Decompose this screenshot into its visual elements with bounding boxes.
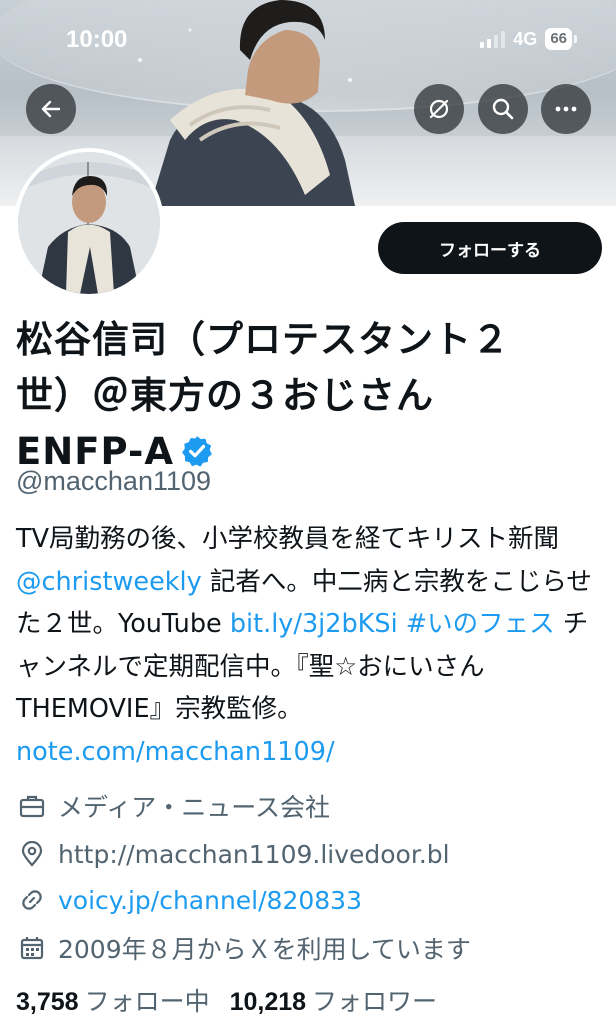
network-type: 4G xyxy=(513,28,538,49)
arrow-left-icon xyxy=(41,100,61,118)
bio-hashtag-link[interactable]: #いのフェス xyxy=(406,609,555,639)
link-icon xyxy=(16,884,48,916)
follow-stats: 3,758 フォロー中 10,218 フォロワー xyxy=(16,982,457,1018)
hide-button[interactable] xyxy=(414,84,464,134)
more-button[interactable] xyxy=(541,84,591,134)
status-time: 10:00 xyxy=(66,26,128,53)
bio-url-link[interactable]: bit.ly/3j2bKSi xyxy=(230,609,398,639)
profile-location: http://macchan1109.livedoor.bl xyxy=(58,839,450,869)
location-row: http://macchan1109.livedoor.bl xyxy=(16,838,450,870)
following-label[interactable]: フォロー中 xyxy=(85,982,210,1018)
profile-category: メディア・ニュース会社 xyxy=(58,793,331,822)
profile-joined-date: 2009年８月からＸを利用しています xyxy=(58,935,471,964)
location-pin-icon xyxy=(16,838,48,870)
follow-button[interactable]: フォローする xyxy=(378,222,602,274)
bio-mention-link[interactable]: @christweekly xyxy=(16,567,202,597)
more-horizontal-icon xyxy=(555,106,577,112)
signal-icon xyxy=(480,30,506,48)
status-bar: 10:00 4G 66 xyxy=(0,26,616,56)
website-row: voicy.jp/channel/820833 xyxy=(16,884,362,916)
profile-website-link[interactable]: voicy.jp/channel/820833 xyxy=(58,886,362,915)
display-name-line1: 松谷信司（プロテスタント２ xyxy=(16,318,510,361)
display-name: 松谷信司（プロテスタント２ 世）＠東方の３おじさん ENFP-A xyxy=(16,312,596,484)
search-icon xyxy=(492,98,514,120)
briefcase-icon xyxy=(16,790,48,822)
search-button[interactable] xyxy=(478,84,528,134)
calendar-icon xyxy=(16,932,48,964)
verified-icon xyxy=(182,436,212,467)
back-button[interactable] xyxy=(26,84,76,134)
category-row: メディア・ニュース会社 xyxy=(16,788,330,824)
followers-label[interactable]: フォロワー xyxy=(312,982,437,1018)
profile-bio: TV局勤務の後、小学校教員を経てキリスト新聞 @christweekly 記者へ… xyxy=(16,518,606,773)
eye-slash-icon xyxy=(429,99,449,119)
display-name-line2: 世）＠東方の３おじさん xyxy=(16,374,434,417)
profile-avatar[interactable] xyxy=(14,148,164,298)
following-count[interactable]: 3,758 xyxy=(16,988,79,1017)
battery-indicator: 66 xyxy=(545,28,577,50)
bio-text xyxy=(398,609,406,639)
profile-handle: @macchan1109 xyxy=(16,466,212,496)
bio-text: TV局勤務の後、小学校教員を経てキリスト新聞 xyxy=(16,524,560,554)
joined-row: 2009年８月からＸを利用しています xyxy=(16,930,471,966)
bio-note-link[interactable]: note.com/macchan1109/ xyxy=(16,737,335,767)
followers-count[interactable]: 10,218 xyxy=(230,988,306,1017)
avatar-photo xyxy=(18,152,160,294)
